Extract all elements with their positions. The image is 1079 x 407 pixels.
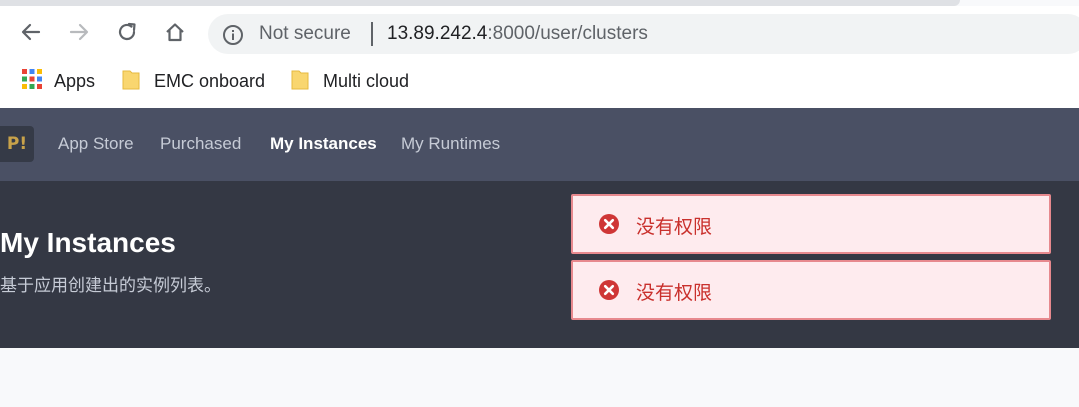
nav-purchased[interactable]: Purchased	[160, 134, 241, 154]
browser-toolbar: Not secure 13.89.242.4:8000/user/cluster…	[0, 6, 1079, 60]
security-label[interactable]: Not secure	[259, 23, 351, 45]
back-arrow-icon[interactable]	[17, 18, 45, 46]
bookmark-label: EMC onboard	[154, 70, 266, 91]
apps-grid-icon	[22, 69, 42, 93]
bookmarks-bar: Apps EMC onboard Multi cloud	[0, 60, 1079, 108]
error-icon	[598, 279, 620, 301]
nav-my-instances[interactable]: My Instances	[270, 134, 377, 154]
url-host: 13.89.242.4	[387, 23, 488, 44]
forward-arrow-icon[interactable]	[65, 18, 93, 46]
app-navbar: P! App Store Purchased My Instances My R…	[0, 108, 1079, 181]
notification-message: 没有权限	[636, 216, 713, 238]
page-subtitle: 基于应用创建出的实例列表。	[0, 276, 221, 296]
info-icon[interactable]	[222, 24, 244, 46]
page-title: My Instances	[0, 227, 176, 258]
bookmark-apps[interactable]: Apps	[22, 69, 95, 93]
folder-icon	[122, 68, 142, 94]
nav-my-runtimes[interactable]: My Runtimes	[401, 134, 500, 154]
bookmark-label: Multi cloud	[323, 70, 410, 91]
bookmark-multi-cloud[interactable]: Multi cloud	[291, 69, 409, 93]
url-text[interactable]: 13.89.242.4:8000/user/clusters	[387, 23, 648, 45]
notification-message: 没有权限	[636, 282, 713, 304]
bookmark-emc-onboard[interactable]: EMC onboard	[122, 69, 265, 93]
error-notification[interactable]: 没有权限	[571, 194, 1051, 254]
bookmark-label: Apps	[54, 70, 96, 91]
app-logo[interactable]: P!	[0, 126, 34, 162]
nav-app-store[interactable]: App Store	[58, 134, 134, 154]
address-bar[interactable]: Not secure 13.89.242.4:8000/user/cluster…	[208, 14, 1079, 54]
reload-icon[interactable]	[113, 18, 141, 46]
url-path: :8000/user/clusters	[487, 23, 648, 44]
error-icon	[598, 213, 620, 235]
home-icon[interactable]	[161, 18, 189, 46]
folder-icon	[291, 68, 311, 94]
page-content	[0, 348, 1079, 407]
error-notification[interactable]: 没有权限	[571, 260, 1051, 320]
omnibox-divider	[371, 22, 373, 46]
